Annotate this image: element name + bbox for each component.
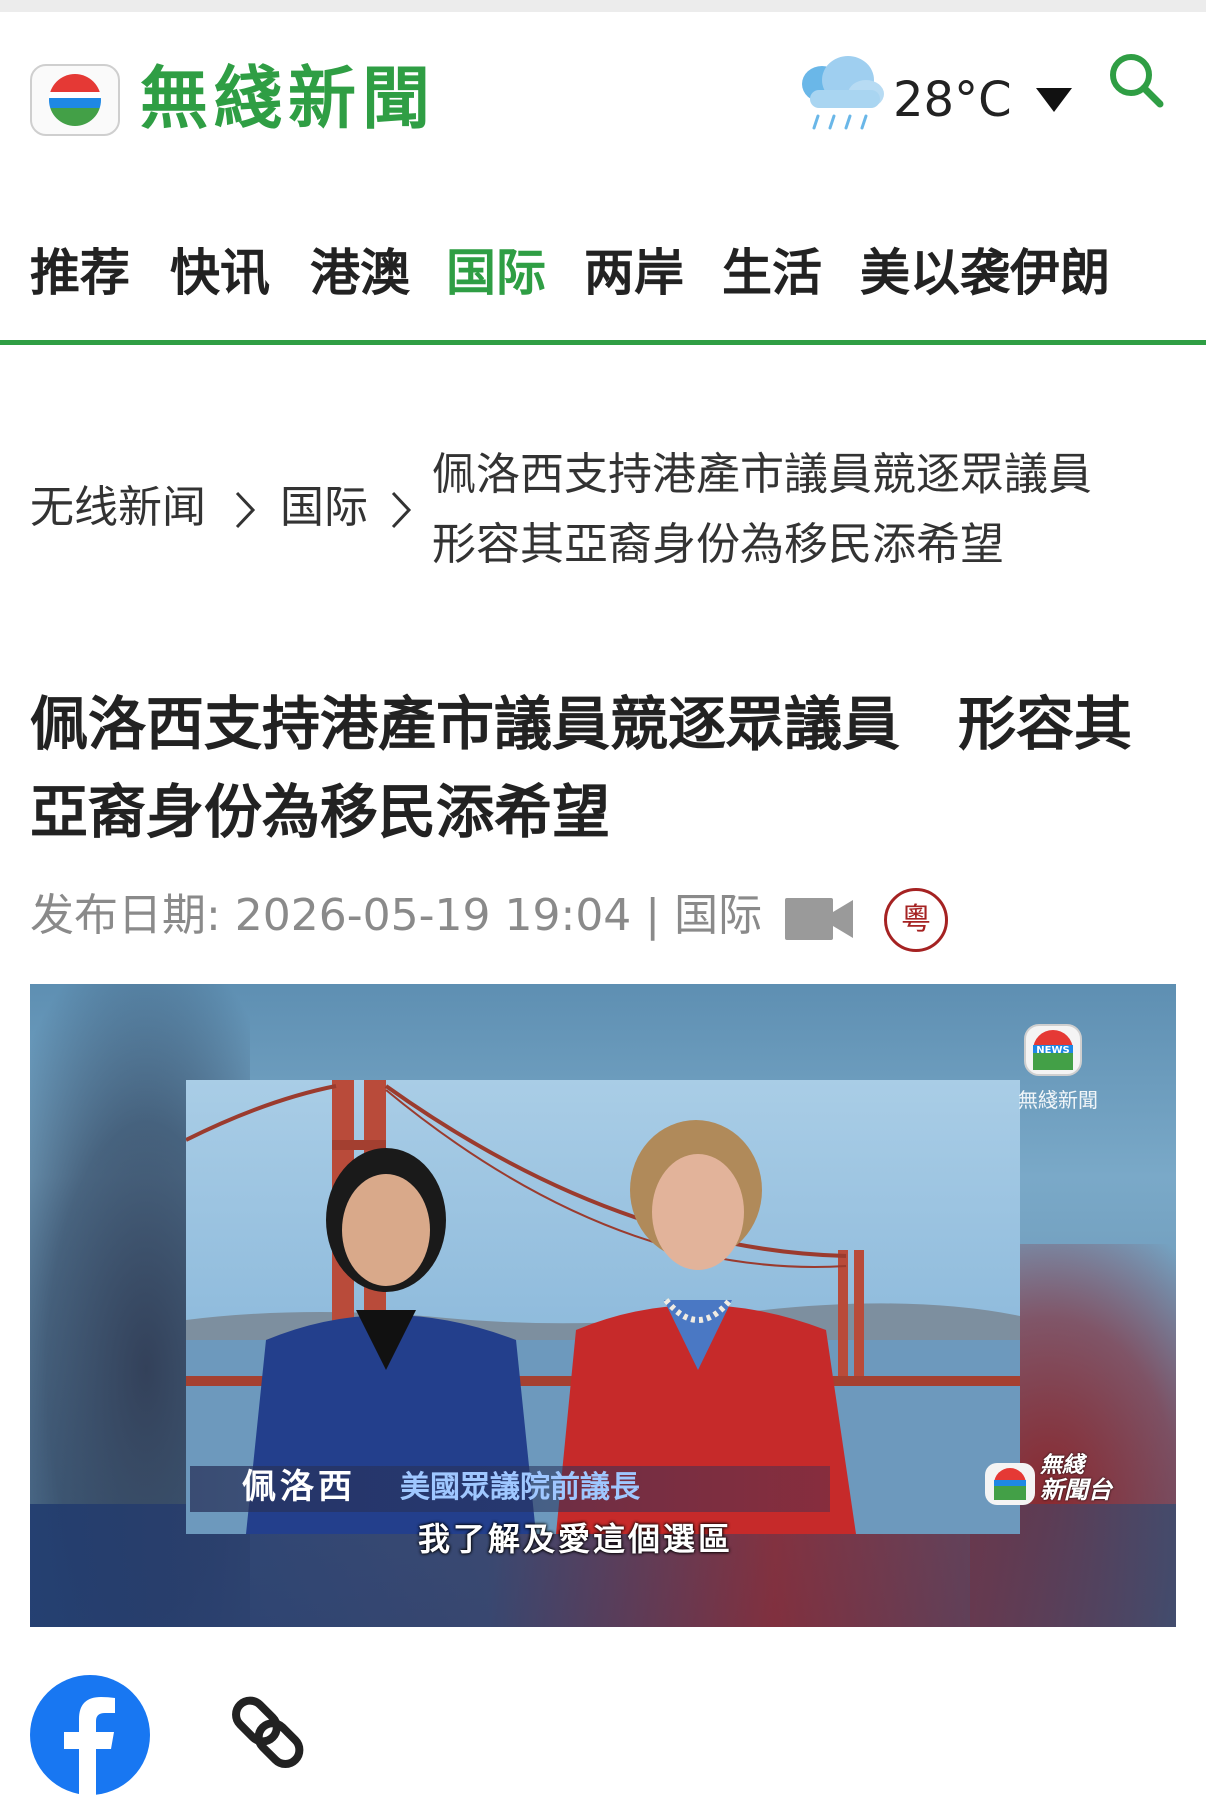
video-thumbnail[interactable]: NEWS 無綫新聞 佩洛西 美國眾議院前議長 我了解及愛這個選區 無綫 新聞台 xyxy=(30,984,1176,1627)
tab-cross-strait[interactable]: 两岸 xyxy=(584,238,684,308)
tab-hk-macau[interactable]: 港澳 xyxy=(310,238,410,308)
rain-cloud-icon xyxy=(796,50,888,140)
cantonese-badge: 粵 xyxy=(884,888,948,952)
tvb-logo[interactable] xyxy=(30,64,120,136)
temperature[interactable]: 28°C xyxy=(893,72,1012,128)
channel-name: 無綫 新聞台 xyxy=(1040,1453,1112,1504)
channel-name-line-1: 無綫 xyxy=(1040,1453,1085,1478)
page: 無綫新聞 28°C 推荐 快讯 港澳 国际 两岸 生活 美以袭伊朗 无线新闻 国… xyxy=(0,0,1206,1810)
breadcrumb-home[interactable]: 无线新闻 xyxy=(30,478,206,538)
chevron-down-icon[interactable] xyxy=(1036,88,1072,118)
speaker-name: 佩洛西 xyxy=(242,1467,356,1507)
tab-flash-news[interactable]: 快讯 xyxy=(170,238,270,308)
news-channel-corner-logo xyxy=(984,1462,1036,1510)
news-channel-logo: NEWS xyxy=(1024,1024,1082,1080)
tab-life[interactable]: 生活 xyxy=(722,238,822,308)
video-camera-icon xyxy=(785,898,853,944)
speaker-role: 美國眾議院前議長 xyxy=(400,1470,640,1505)
breadcrumb-section[interactable]: 国际 xyxy=(280,478,368,538)
chevron-right-icon xyxy=(234,490,256,534)
news-badge-text: NEWS xyxy=(1036,1045,1069,1056)
site-title[interactable]: 無綫新聞 xyxy=(140,62,436,138)
breadcrumb-current: 佩洛西支持港產市議員競逐眾議員 形容其亞裔身份為移民添希望 xyxy=(432,449,1136,570)
tab-us-israel-iran[interactable]: 美以袭伊朗 xyxy=(860,238,1110,308)
article-title: 佩洛西支持港產市議員競逐眾議員 形容其亞裔身份為移民添希望 xyxy=(30,690,1133,846)
chevron-right-icon xyxy=(390,490,412,534)
facebook-icon[interactable] xyxy=(30,1675,150,1799)
channel-name-line-2: 新聞台 xyxy=(1040,1476,1112,1504)
tab-international[interactable]: 国际 xyxy=(446,238,546,308)
tab-recommended[interactable]: 推荐 xyxy=(30,238,130,308)
watermark-caption: 無綫新聞 xyxy=(1018,1088,1098,1112)
status-strip xyxy=(0,0,1206,12)
video-subtitle: 我了解及愛這個選區 xyxy=(418,1520,734,1558)
article-meta: 发布日期: 2026-05-19 19:04 | 国际 xyxy=(30,890,763,941)
search-icon[interactable] xyxy=(1106,50,1166,114)
link-icon[interactable] xyxy=(212,1678,322,1792)
tvb-logo-icon xyxy=(49,74,101,126)
nav-divider xyxy=(0,340,1206,345)
